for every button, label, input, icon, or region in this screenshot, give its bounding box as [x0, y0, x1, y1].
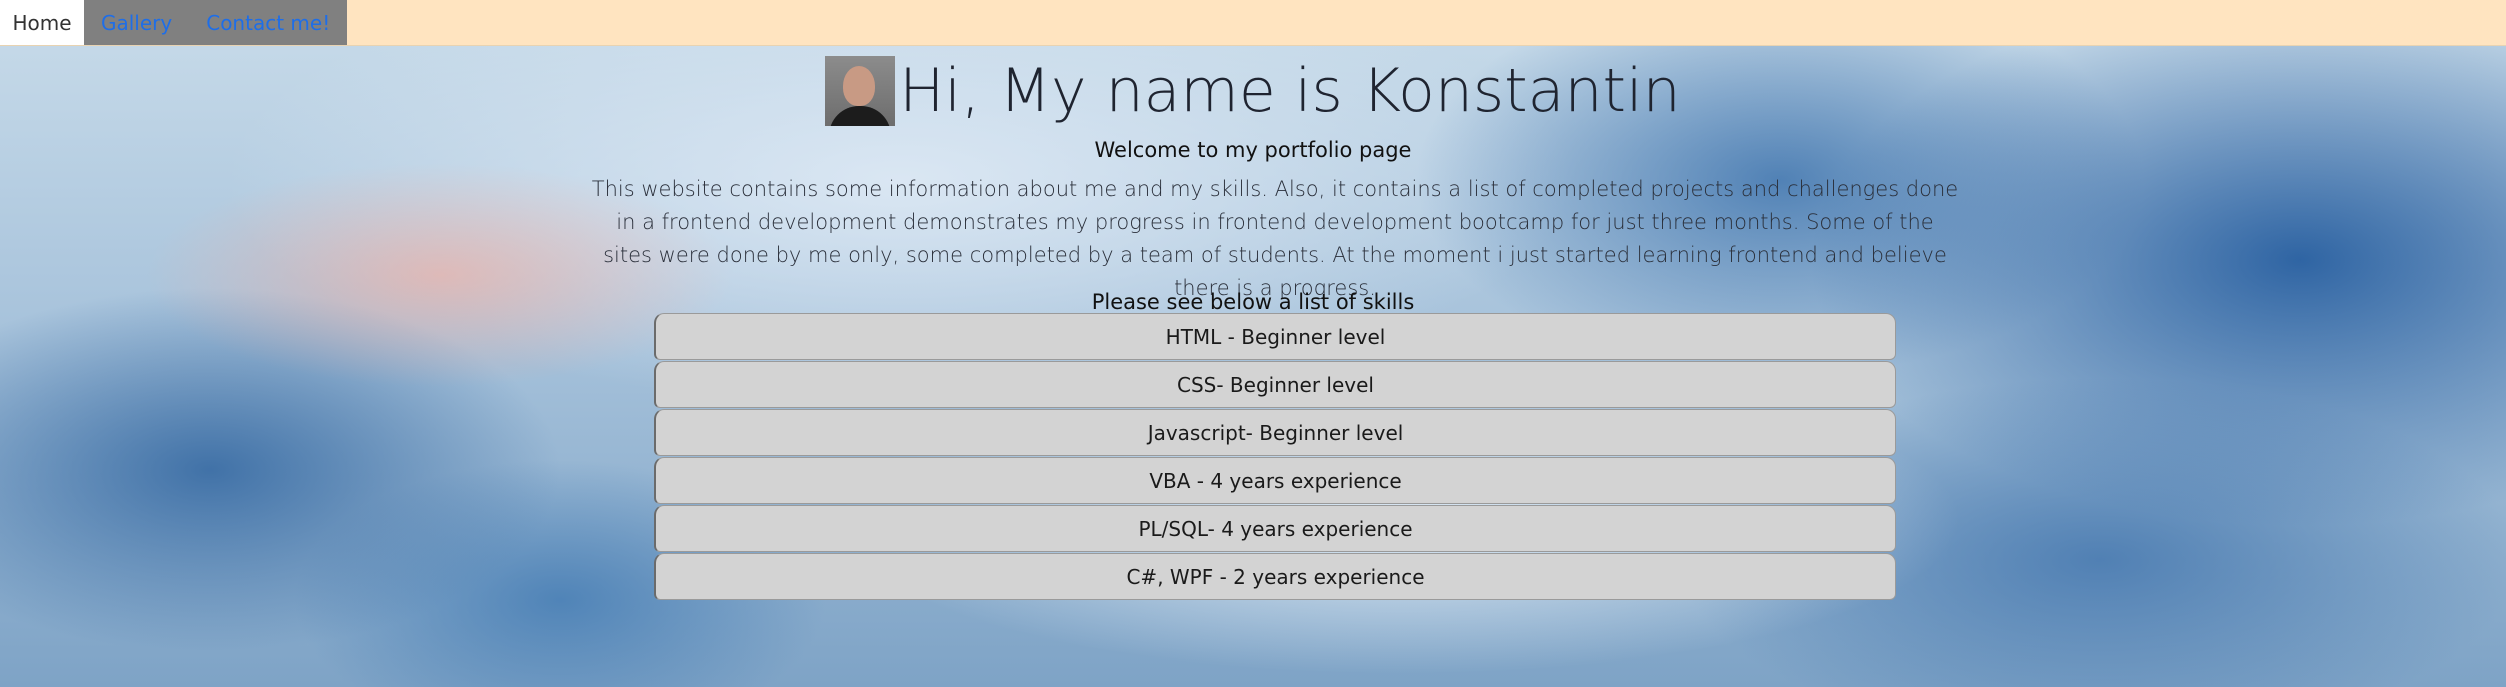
skill-item-plsql: PL/SQL- 4 years experience [654, 505, 1896, 552]
nav-home-link[interactable]: Home [0, 0, 84, 45]
nav-gallery-link[interactable]: Gallery [84, 0, 190, 45]
profile-photo-face [843, 66, 876, 106]
skill-item-javascript: Javascript- Beginner level [654, 409, 1896, 456]
page-subtitle: Welcome to my portfolio page [1094, 138, 1412, 162]
profile-photo [825, 56, 896, 126]
skills-heading: Please see below a list of skills [1091, 290, 1415, 314]
nav-contact-link[interactable]: Contact me! [189, 0, 348, 45]
page-header: Hi, My name is Konstantin [0, 56, 2506, 126]
profile-photo-shirt [829, 106, 892, 126]
skills-list: HTML - Beginner level CSS- Beginner leve… [654, 313, 1896, 601]
skill-item-csharp-wpf: C#, WPF - 2 years experience [654, 553, 1896, 600]
intro-paragraph: This website contains some information a… [591, 177, 1959, 300]
nav-secondary-links: Gallery Contact me! [84, 0, 348, 45]
skill-item-html: HTML - Beginner level [654, 313, 1896, 360]
skill-item-vba: VBA - 4 years experience [654, 457, 1896, 504]
page-title: Hi, My name is Konstantin [899, 56, 1681, 126]
top-navigation: Home Gallery Contact me! [0, 0, 2506, 46]
skill-item-css: CSS- Beginner level [654, 361, 1896, 408]
